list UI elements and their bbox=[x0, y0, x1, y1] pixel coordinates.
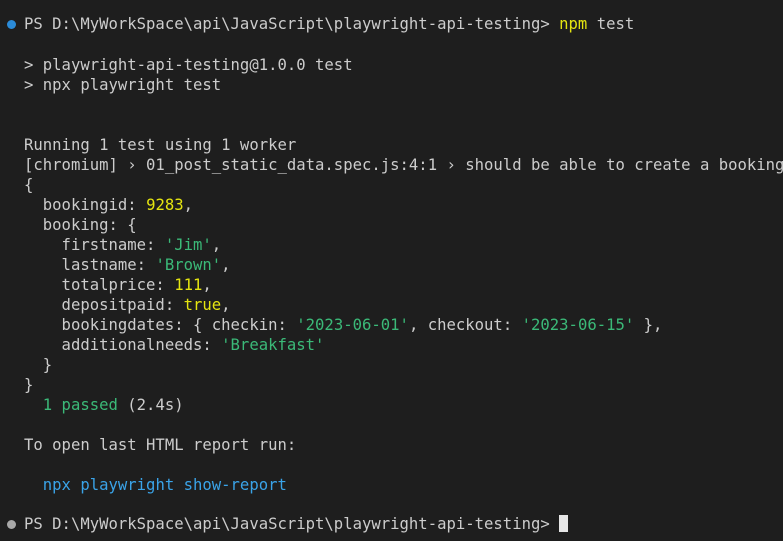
bookingid-key: bookingid: bbox=[24, 196, 147, 214]
command-decoration-success-icon[interactable] bbox=[7, 20, 16, 29]
script-header-line: > playwright-api-testing@1.0.0 test bbox=[24, 56, 353, 74]
report-command-link[interactable]: npx playwright show-report bbox=[24, 475, 287, 495]
output-open-brace: { bbox=[24, 176, 34, 194]
firstname-value: 'Jim' bbox=[164, 236, 212, 254]
additionalneeds-value: 'Breakfast' bbox=[221, 336, 325, 354]
totalprice-key: totalprice: bbox=[24, 276, 175, 294]
command-name: npm bbox=[559, 15, 588, 33]
output-booking-close: } bbox=[24, 356, 53, 374]
output-close-brace: } bbox=[24, 376, 34, 394]
cursor-block bbox=[558, 515, 568, 532]
checkout-value: '2023-06-15' bbox=[521, 316, 635, 334]
running-line: Running 1 test using 1 worker bbox=[24, 136, 297, 154]
output-depositpaid-line: depositpaid: true, bbox=[24, 296, 231, 314]
final-prompt-line[interactable]: PS D:\MyWorkSpace\api\JavaScript\playwri… bbox=[24, 514, 568, 534]
final-prompt-text: PS D:\MyWorkSpace\api\JavaScript\playwri… bbox=[24, 515, 550, 533]
command-args: test bbox=[596, 15, 635, 33]
prompt-text: PS D:\MyWorkSpace\api\JavaScript\playwri… bbox=[24, 15, 550, 33]
script-command-line: > npx playwright test bbox=[24, 76, 222, 94]
lastname-key: lastname: bbox=[24, 256, 156, 274]
output-totalprice-line: totalprice: 111, bbox=[24, 276, 212, 294]
output-bookingid-line: bookingid: 9283, bbox=[24, 196, 194, 214]
checkout-key: , checkout: bbox=[408, 316, 522, 334]
depositpaid-value: true bbox=[183, 296, 222, 314]
totalprice-value: 111 bbox=[174, 276, 203, 294]
bookingdates-key: bookingdates: { checkin: bbox=[24, 316, 297, 334]
terminal-panel[interactable]: PS D:\MyWorkSpace\api\JavaScript\playwri… bbox=[0, 0, 783, 541]
output-firstname-line: firstname: 'Jim', bbox=[24, 236, 222, 254]
bookingid-value: 9283 bbox=[146, 196, 184, 214]
depositpaid-key: depositpaid: bbox=[24, 296, 184, 314]
output-additionalneeds-line: additionalneeds: 'Breakfast' bbox=[24, 335, 325, 355]
result-line: 1 passed (2.4s) bbox=[24, 395, 184, 415]
passed-time: (2.4s) bbox=[117, 396, 184, 414]
bookingdates-end: }, bbox=[634, 316, 663, 334]
additionalneeds-key: additionalneeds: bbox=[24, 336, 222, 354]
passed-label: 1 passed bbox=[42, 396, 118, 414]
report-hint-line: To open last HTML report run: bbox=[24, 436, 297, 454]
output-booking-line: booking: { bbox=[24, 216, 137, 234]
output-bookingdates-line: bookingdates: { checkin: '2023-06-01', c… bbox=[24, 315, 663, 335]
output-lastname-line: lastname: 'Brown', bbox=[24, 256, 231, 274]
command-decoration-idle-icon[interactable] bbox=[7, 520, 16, 529]
checkin-value: '2023-06-01' bbox=[296, 316, 409, 334]
lastname-value: 'Brown' bbox=[155, 256, 222, 274]
prompt-line: PS D:\MyWorkSpace\api\JavaScript\playwri… bbox=[24, 14, 634, 34]
test-title-line: [chromium] › 01_post_static_data.spec.js… bbox=[24, 156, 783, 174]
report-command-text[interactable]: npx playwright show-report bbox=[43, 476, 287, 494]
firstname-key: firstname: bbox=[24, 236, 165, 254]
